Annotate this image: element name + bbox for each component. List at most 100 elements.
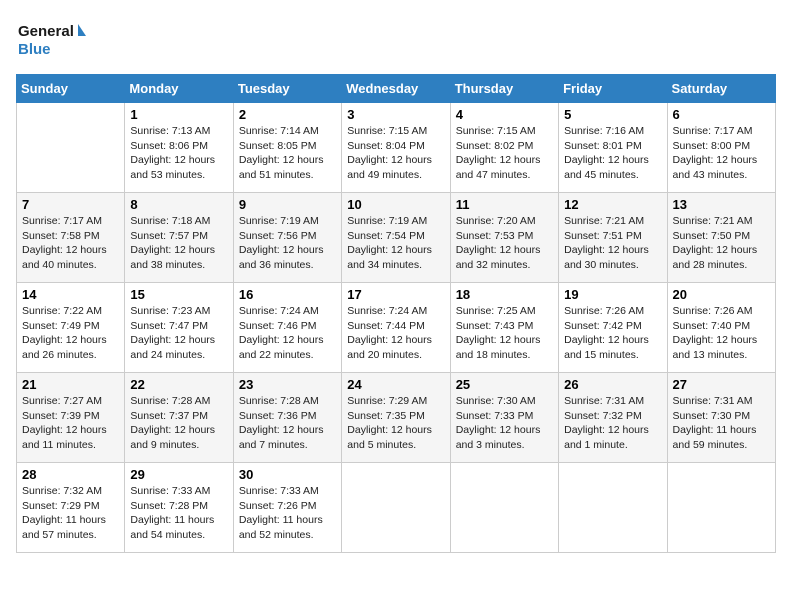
day-number: 28	[22, 467, 119, 482]
day-info: Sunrise: 7:31 AMSunset: 7:30 PMDaylight:…	[673, 394, 770, 453]
day-info: Sunrise: 7:24 AMSunset: 7:44 PMDaylight:…	[347, 304, 444, 363]
day-info: Sunrise: 7:24 AMSunset: 7:46 PMDaylight:…	[239, 304, 336, 363]
calendar-cell: 19Sunrise: 7:26 AMSunset: 7:42 PMDayligh…	[559, 283, 667, 373]
day-info: Sunrise: 7:30 AMSunset: 7:33 PMDaylight:…	[456, 394, 553, 453]
calendar-cell: 25 Sunrise: 7:30 AMSunset: 7:33 PMDayligh…	[450, 373, 558, 463]
column-header-tuesday: Tuesday	[233, 75, 341, 103]
day-number: 7	[22, 197, 119, 212]
calendar-header-row: SundayMondayTuesdayWednesdayThursdayFrid…	[17, 75, 776, 103]
day-info: Sunrise: 7:15 AMSunset: 8:02 PMDaylight:…	[456, 124, 553, 183]
day-info: Sunrise: 7:33 AMSunset: 7:26 PMDaylight:…	[239, 484, 336, 543]
week-row-1: 1 Sunrise: 7:13 AMSunset: 8:06 PMDaylight…	[17, 103, 776, 193]
day-info: Sunrise: 7:16 AMSunset: 8:01 PMDaylight:…	[564, 124, 661, 183]
calendar-cell: 15Sunrise: 7:23 AMSunset: 7:47 PMDayligh…	[125, 283, 233, 373]
day-number: 21	[22, 377, 119, 392]
column-header-monday: Monday	[125, 75, 233, 103]
day-number: 6	[673, 107, 770, 122]
calendar-cell: 14 Sunrise: 7:22 AMSunset: 7:49 PMDayligh…	[17, 283, 125, 373]
day-number: 24	[347, 377, 444, 392]
day-number: 16	[239, 287, 336, 302]
day-info: Sunrise: 7:19 AMSunset: 7:56 PMDaylight:…	[239, 214, 336, 273]
calendar-cell: 10Sunrise: 7:19 AMSunset: 7:54 PMDayligh…	[342, 193, 450, 283]
calendar-cell: 24 Sunrise: 7:29 AMSunset: 7:35 PMDayligh…	[342, 373, 450, 463]
calendar-cell	[450, 463, 558, 553]
day-number: 8	[130, 197, 227, 212]
day-info: Sunrise: 7:15 AMSunset: 8:04 PMDaylight:…	[347, 124, 444, 183]
calendar-body: 1 Sunrise: 7:13 AMSunset: 8:06 PMDaylight…	[17, 103, 776, 553]
day-number: 13	[673, 197, 770, 212]
day-number: 9	[239, 197, 336, 212]
day-number: 15	[130, 287, 227, 302]
day-number: 10	[347, 197, 444, 212]
day-number: 27	[673, 377, 770, 392]
day-number: 20	[673, 287, 770, 302]
page-header: General Blue	[16, 16, 776, 66]
day-info: Sunrise: 7:25 AMSunset: 7:43 PMDaylight:…	[456, 304, 553, 363]
day-number: 11	[456, 197, 553, 212]
day-info: Sunrise: 7:17 AMSunset: 8:00 PMDaylight:…	[673, 124, 770, 183]
svg-text:Blue: Blue	[18, 41, 51, 58]
day-number: 18	[456, 287, 553, 302]
calendar-cell: 16 Sunrise: 7:24 AMSunset: 7:46 PMDayligh…	[233, 283, 341, 373]
calendar-cell	[667, 463, 775, 553]
column-header-saturday: Saturday	[667, 75, 775, 103]
column-header-sunday: Sunday	[17, 75, 125, 103]
column-header-thursday: Thursday	[450, 75, 558, 103]
day-info: Sunrise: 7:29 AMSunset: 7:35 PMDaylight:…	[347, 394, 444, 453]
calendar-cell: 2 Sunrise: 7:14 AMSunset: 8:05 PMDaylight…	[233, 103, 341, 193]
day-number: 4	[456, 107, 553, 122]
calendar-cell: 11 Sunrise: 7:20 AMSunset: 7:53 PMDayligh…	[450, 193, 558, 283]
calendar-cell: 30 Sunrise: 7:33 AMSunset: 7:26 PMDayligh…	[233, 463, 341, 553]
day-number: 5	[564, 107, 661, 122]
day-number: 25	[456, 377, 553, 392]
day-number: 12	[564, 197, 661, 212]
day-info: Sunrise: 7:28 AMSunset: 7:36 PMDaylight:…	[239, 394, 336, 453]
calendar-cell: 3 Sunrise: 7:15 AMSunset: 8:04 PMDaylight…	[342, 103, 450, 193]
day-info: Sunrise: 7:13 AMSunset: 8:06 PMDaylight:…	[130, 124, 227, 183]
day-number: 17	[347, 287, 444, 302]
day-number: 26	[564, 377, 661, 392]
calendar-cell	[17, 103, 125, 193]
calendar-cell: 5 Sunrise: 7:16 AMSunset: 8:01 PMDaylight…	[559, 103, 667, 193]
day-number: 29	[130, 467, 227, 482]
column-header-friday: Friday	[559, 75, 667, 103]
day-number: 2	[239, 107, 336, 122]
svg-text:General: General	[18, 23, 74, 40]
day-number: 3	[347, 107, 444, 122]
calendar-cell	[342, 463, 450, 553]
day-info: Sunrise: 7:32 AMSunset: 7:29 PMDaylight:…	[22, 484, 119, 543]
column-header-wednesday: Wednesday	[342, 75, 450, 103]
calendar-cell: 17 Sunrise: 7:24 AMSunset: 7:44 PMDayligh…	[342, 283, 450, 373]
day-info: Sunrise: 7:17 AMSunset: 7:58 PMDaylight:…	[22, 214, 119, 273]
calendar-cell: 9 Sunrise: 7:19 AMSunset: 7:56 PMDaylight…	[233, 193, 341, 283]
week-row-3: 14 Sunrise: 7:22 AMSunset: 7:49 PMDayligh…	[17, 283, 776, 373]
calendar-cell: 8 Sunrise: 7:18 AMSunset: 7:57 PMDaylight…	[125, 193, 233, 283]
calendar-cell	[559, 463, 667, 553]
logo: General Blue	[16, 16, 86, 66]
calendar-cell: 12Sunrise: 7:21 AMSunset: 7:51 PMDayligh…	[559, 193, 667, 283]
day-number: 1	[130, 107, 227, 122]
day-info: Sunrise: 7:31 AMSunset: 7:32 PMDaylight:…	[564, 394, 661, 453]
calendar-table: SundayMondayTuesdayWednesdayThursdayFrid…	[16, 74, 776, 553]
day-number: 30	[239, 467, 336, 482]
day-info: Sunrise: 7:26 AMSunset: 7:40 PMDaylight:…	[673, 304, 770, 363]
day-number: 23	[239, 377, 336, 392]
day-info: Sunrise: 7:21 AMSunset: 7:50 PMDaylight:…	[673, 214, 770, 273]
calendar-cell: 1 Sunrise: 7:13 AMSunset: 8:06 PMDaylight…	[125, 103, 233, 193]
logo-svg: General Blue	[16, 16, 86, 66]
week-row-2: 7 Sunrise: 7:17 AMSunset: 7:58 PMDaylight…	[17, 193, 776, 283]
calendar-cell: 26 Sunrise: 7:31 AMSunset: 7:32 PMDayligh…	[559, 373, 667, 463]
week-row-4: 21Sunrise: 7:27 AMSunset: 7:39 PMDayligh…	[17, 373, 776, 463]
calendar-cell: 21Sunrise: 7:27 AMSunset: 7:39 PMDayligh…	[17, 373, 125, 463]
day-info: Sunrise: 7:22 AMSunset: 7:49 PMDaylight:…	[22, 304, 119, 363]
day-info: Sunrise: 7:33 AMSunset: 7:28 PMDaylight:…	[130, 484, 227, 543]
calendar-cell: 28 Sunrise: 7:32 AMSunset: 7:29 PMDayligh…	[17, 463, 125, 553]
day-info: Sunrise: 7:14 AMSunset: 8:05 PMDaylight:…	[239, 124, 336, 183]
day-info: Sunrise: 7:20 AMSunset: 7:53 PMDaylight:…	[456, 214, 553, 273]
day-info: Sunrise: 7:18 AMSunset: 7:57 PMDaylight:…	[130, 214, 227, 273]
calendar-cell: 18 Sunrise: 7:25 AMSunset: 7:43 PMDayligh…	[450, 283, 558, 373]
week-row-5: 28 Sunrise: 7:32 AMSunset: 7:29 PMDayligh…	[17, 463, 776, 553]
day-number: 14	[22, 287, 119, 302]
calendar-cell: 23 Sunrise: 7:28 AMSunset: 7:36 PMDayligh…	[233, 373, 341, 463]
calendar-cell: 4 Sunrise: 7:15 AMSunset: 8:02 PMDaylight…	[450, 103, 558, 193]
